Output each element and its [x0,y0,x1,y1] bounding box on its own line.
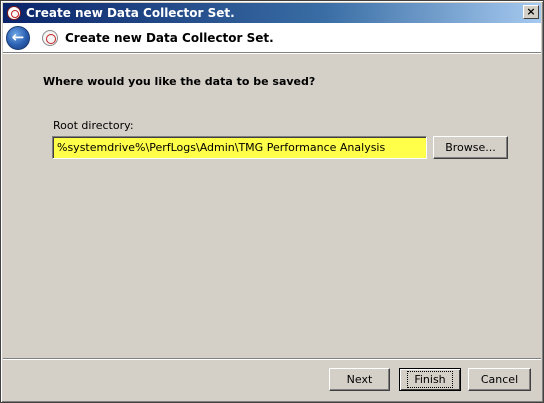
page-question: Where would you like the data to be save… [43,75,316,88]
back-arrow-icon[interactable]: ← [6,25,30,50]
finish-button[interactable]: Finish [399,368,461,391]
wizard-header: ← Create new Data Collector Set. [3,23,541,52]
browse-button[interactable]: Browse... [433,136,508,159]
wizard-window: Create new Data Collector Set. × ← Creat… [0,0,544,403]
header-divider [3,52,541,54]
root-directory-input[interactable] [52,136,427,159]
close-button[interactable]: × [523,5,539,19]
header-title: Create new Data Collector Set. [65,30,274,45]
performance-monitor-icon [42,29,58,46]
root-directory-label: Root directory: [53,119,134,132]
next-button[interactable]: Next [329,368,390,391]
window-title: Create new Data Collector Set. [26,6,235,20]
footer-divider [3,358,541,360]
performance-monitor-icon [7,6,21,20]
finish-button-label: Finish [407,371,453,388]
cancel-button[interactable]: Cancel [468,368,531,391]
title-bar[interactable]: Create new Data Collector Set. × [3,3,541,23]
